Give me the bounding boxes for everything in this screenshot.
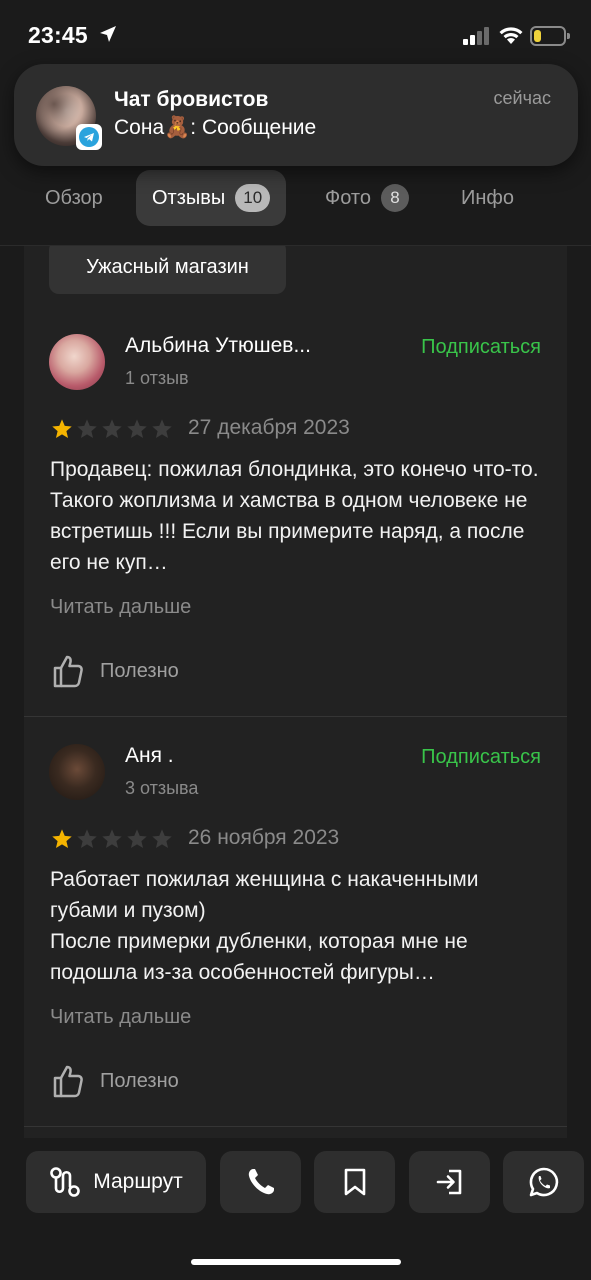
useful-label: Полезно: [100, 659, 179, 682]
notification-time: сейчас: [493, 88, 551, 108]
route-button[interactable]: Маршрут: [26, 1151, 206, 1213]
status-time: 23:45: [28, 22, 88, 48]
share-button[interactable]: [409, 1151, 490, 1213]
notification-message: Сона🧸: Сообщение: [114, 116, 317, 139]
whatsapp-icon: [529, 1167, 558, 1197]
rating-stars: [51, 828, 173, 850]
rating-stars: [51, 418, 173, 440]
useful-label: Полезно: [100, 1069, 179, 1092]
wifi-icon: [499, 27, 523, 44]
review-text: Продавец: пожилая блондинка, это конечо …: [50, 458, 539, 574]
route-label: Маршрут: [93, 1170, 183, 1193]
reviewer-avatar[interactable]: [49, 744, 105, 800]
reviewer-avatar[interactable]: [49, 334, 105, 390]
star-filled-icon: [52, 419, 72, 438]
tab-reviews[interactable]: Отзывы 10: [136, 170, 287, 226]
subscribe-button[interactable]: Подписаться: [421, 746, 541, 769]
notification-title: Чат бровистов: [114, 88, 269, 111]
battery-icon: [530, 26, 570, 46]
cellular-signal-icon: [463, 27, 489, 45]
star-empty-icon: [127, 829, 147, 848]
read-more-link[interactable]: Читать дальше: [50, 596, 191, 619]
star-empty-icon: [152, 829, 172, 848]
star-empty-icon: [77, 829, 97, 848]
thumbs-up-icon: [53, 1065, 83, 1098]
review-date: 26 ноября 2023: [188, 826, 340, 849]
read-more-link[interactable]: Читать дальше: [50, 1006, 191, 1029]
tab-label: Отзывы: [152, 186, 226, 209]
reviewer-name[interactable]: Аня .: [125, 744, 174, 768]
tab-photos[interactable]: Фото 8: [325, 170, 409, 226]
notification-banner[interactable]: Чат бровистов Сона🧸: Сообщение сейчас: [14, 64, 578, 166]
tab-overview[interactable]: Обзор: [45, 170, 103, 226]
bookmark-button[interactable]: [314, 1151, 395, 1213]
location-arrow-icon: [100, 26, 116, 42]
thumbs-up-icon: [53, 655, 83, 688]
tab-label: Инфо: [461, 186, 514, 209]
review-text: Работает пожилая женщина с накаченными г…: [50, 868, 479, 984]
review-date: 27 декабря 2023: [188, 416, 350, 439]
home-indicator: [191, 1259, 401, 1265]
bookmark-icon: [344, 1168, 365, 1196]
star-filled-icon: [52, 829, 72, 848]
tag-chip[interactable]: Ужасный магазин: [49, 246, 286, 294]
reviewer-review-count: 1 отзыв: [125, 368, 189, 388]
tab-label: Фото: [325, 186, 371, 209]
reviews-list[interactable]: Ужасный магазин Альбина Утюшев... 1 отзы…: [24, 246, 567, 1140]
phone-icon: [248, 1169, 274, 1195]
star-empty-icon: [152, 419, 172, 438]
reviewer-review-count: 3 отзыва: [125, 778, 199, 798]
star-empty-icon: [102, 419, 122, 438]
share-icon: [436, 1169, 461, 1195]
star-empty-icon: [102, 829, 122, 848]
tab-info[interactable]: Инфо: [461, 170, 514, 226]
status-bar: 23:45: [0, 0, 591, 70]
useful-button[interactable]: Полезно: [52, 654, 179, 688]
telegram-icon: [76, 124, 102, 150]
route-icon: [50, 1167, 81, 1197]
tab-count-badge: 8: [380, 184, 409, 212]
star-empty-icon: [127, 419, 147, 438]
review-divider: [24, 716, 567, 717]
tab-count-badge: 10: [235, 184, 271, 212]
call-button[interactable]: [220, 1151, 301, 1213]
useful-button[interactable]: Полезно: [52, 1064, 179, 1098]
subscribe-button[interactable]: Подписаться: [421, 336, 541, 359]
review-divider: [24, 1126, 567, 1127]
whatsapp-button[interactable]: [503, 1151, 584, 1213]
reviewer-name[interactable]: Альбина Утюшев...: [125, 334, 311, 358]
tab-label: Обзор: [45, 186, 103, 209]
tab-bar: Обзор Отзывы 10 Фото 8 Инфо: [0, 168, 591, 246]
star-empty-icon: [77, 419, 97, 438]
